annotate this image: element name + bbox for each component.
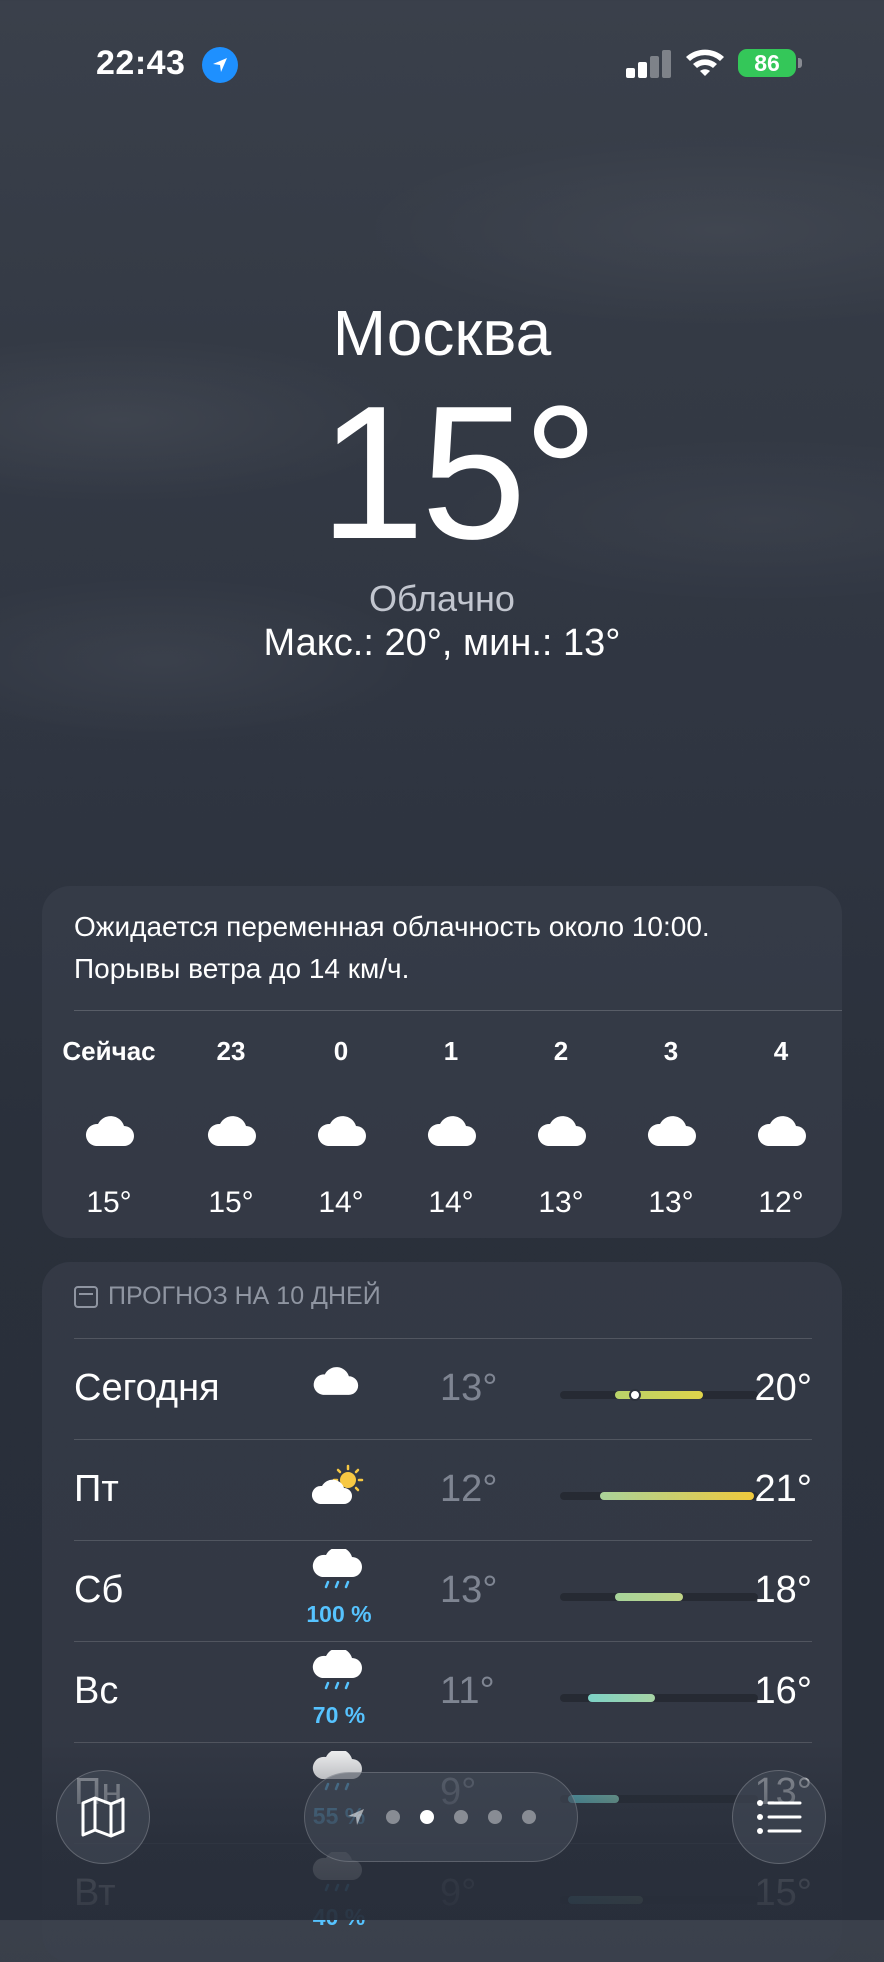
low-temperature: 13° — [440, 1569, 498, 1611]
hour-label: Сейчас — [62, 1036, 156, 1066]
locations-list-button[interactable] — [732, 1770, 826, 1864]
map-icon — [81, 1796, 125, 1838]
precipitation-chance: 70 % — [312, 1702, 366, 1728]
day-name: Вс — [74, 1670, 119, 1712]
hour-item: 4 12° — [726, 1036, 836, 1220]
cellular-signal-icon — [626, 48, 672, 78]
day-row[interactable]: Сегодня 13° 20° — [74, 1339, 812, 1439]
forecast-summary: Ожидается переменная облачность около 10… — [74, 906, 814, 990]
page-dot[interactable] — [522, 1810, 536, 1824]
hour-label: 23 — [216, 1036, 246, 1066]
day-name: Сб — [74, 1569, 124, 1611]
temperature-range-fill — [599, 1492, 755, 1500]
hour-label: 2 — [553, 1036, 569, 1066]
battery-level: 86 — [754, 49, 780, 76]
temperature-range-bar — [560, 1896, 758, 1904]
low-temperature: 13° — [440, 1367, 498, 1409]
rain-cloud-icon — [310, 1648, 366, 1694]
page-dot[interactable] — [454, 1810, 468, 1824]
low-temperature: 12° — [440, 1468, 498, 1510]
current-temperature: 15° — [319, 367, 598, 579]
high-low-temperature: Макс.: 20°, мин.: 13° — [263, 622, 621, 664]
hour-temperature: 14° — [318, 1186, 364, 1219]
high-temperature: 18° — [754, 1569, 812, 1611]
temperature-range-fill — [615, 1593, 683, 1601]
temperature-range-bar — [560, 1593, 758, 1601]
cloud-icon — [424, 1112, 478, 1148]
cloud-icon — [204, 1112, 258, 1148]
hour-label: 3 — [663, 1036, 679, 1066]
temperature-range-bar — [560, 1694, 758, 1702]
cloud-icon — [314, 1112, 368, 1148]
cloud-icon — [644, 1112, 698, 1148]
hour-label: 1 — [443, 1036, 459, 1066]
hour-item: 0 14° — [286, 1036, 396, 1220]
page-dot[interactable] — [488, 1810, 502, 1824]
page-dot[interactable] — [386, 1810, 400, 1824]
hour-temperature: 14° — [428, 1186, 474, 1219]
cloud-icon — [82, 1112, 136, 1148]
precipitation-chance: 40 % — [312, 1904, 366, 1930]
temperature-range-bar — [560, 1389, 758, 1401]
summary-line: Порывы ветра до 14 км/ч. — [74, 953, 410, 984]
high-temperature: 20° — [754, 1367, 812, 1409]
calendar-icon — [74, 1285, 98, 1308]
hour-temperature: 12° — [758, 1186, 804, 1219]
hour-label: 4 — [773, 1036, 789, 1066]
battery-indicator: 86 — [738, 49, 796, 77]
day-row[interactable]: Пт 12° 21° — [74, 1440, 812, 1540]
day-name: Вт — [74, 1872, 116, 1914]
partly-sunny-icon — [310, 1464, 366, 1508]
current-condition: Облачно — [369, 578, 515, 619]
high-temperature: 15° — [754, 1872, 812, 1914]
summary-line: Ожидается переменная облачность около 10… — [74, 911, 710, 942]
wifi-icon — [684, 46, 726, 78]
rain-cloud-icon — [310, 1547, 366, 1593]
hourly-divider — [74, 1010, 842, 1011]
hour-item: 1 14° — [396, 1036, 506, 1220]
ten-day-title: ПРОГНОЗ НА 10 ДНЕЙ — [108, 1282, 381, 1310]
cloud-icon — [310, 1363, 366, 1407]
high-temperature: 16° — [754, 1670, 812, 1712]
precipitation-chance: 100 % — [306, 1601, 372, 1627]
temperature-range-fill — [587, 1694, 656, 1702]
current-temperature-marker — [629, 1389, 642, 1401]
day-row[interactable]: Вс 70 % 11° 16° — [74, 1642, 812, 1742]
high-temperature: 21° — [754, 1468, 812, 1510]
page-indicator[interactable] — [304, 1772, 578, 1862]
location-page-icon — [348, 1809, 364, 1825]
temperature-range-fill — [567, 1896, 644, 1904]
temperature-range-bar — [560, 1795, 758, 1803]
cloud-icon — [534, 1112, 588, 1148]
battery-cap — [798, 58, 802, 68]
hour-item: 2 13° — [506, 1036, 616, 1220]
hour-label: 0 — [333, 1036, 349, 1066]
status-bar: 22:43 86 — [0, 0, 884, 130]
hour-temperature: 13° — [538, 1186, 584, 1219]
hour-temperature: 13° — [648, 1186, 694, 1219]
hour-item: Сейчас 15° — [54, 1036, 164, 1220]
temperature-range-bar — [560, 1492, 758, 1500]
day-name: Пт — [74, 1468, 119, 1510]
page-dot[interactable] — [420, 1810, 434, 1824]
hour-temperature: 15° — [86, 1186, 132, 1219]
list-icon — [757, 1800, 802, 1834]
day-row[interactable]: Сб 100 % 13° 18° — [74, 1541, 812, 1641]
status-time: 22:43 — [96, 44, 186, 82]
map-button[interactable] — [56, 1770, 150, 1864]
cloud-icon — [754, 1112, 808, 1148]
location-arrow-icon — [202, 47, 238, 83]
hour-temperature: 15° — [208, 1186, 254, 1219]
city-name: Москва — [332, 297, 552, 369]
day-name: Сегодня — [74, 1367, 220, 1409]
low-temperature: 11° — [440, 1670, 495, 1712]
low-temperature: 9° — [440, 1872, 477, 1914]
hourly-forecast-card[interactable]: Ожидается переменная облачность около 10… — [42, 886, 842, 1238]
hour-item: 23 15° — [176, 1036, 286, 1220]
hour-item: 3 13° — [616, 1036, 726, 1220]
ten-day-header: ПРОГНОЗ НА 10 ДНЕЙ — [74, 1282, 381, 1311]
